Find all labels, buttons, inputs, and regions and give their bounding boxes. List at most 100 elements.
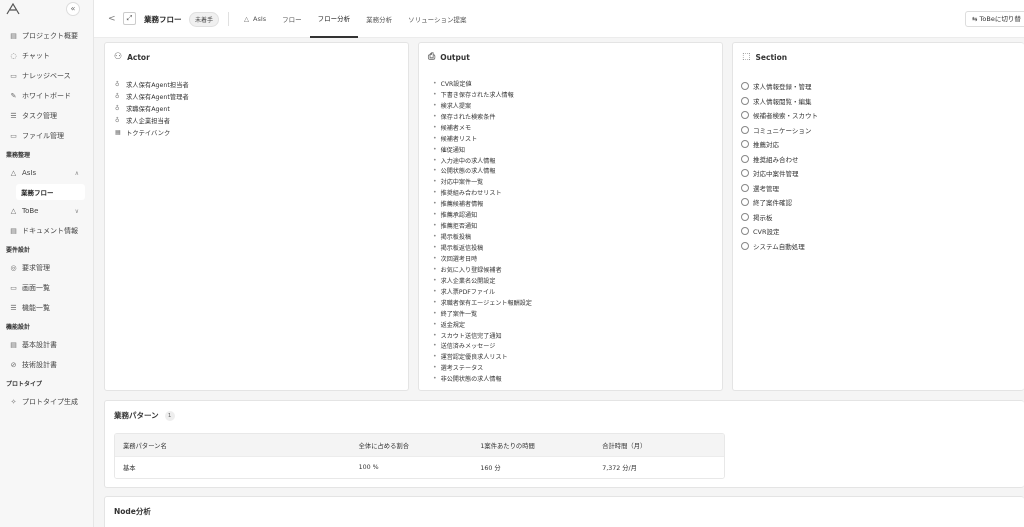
section-item: 求人情報登録・管理 xyxy=(741,79,1024,94)
sidebar-item-label: ToBe xyxy=(22,207,39,215)
output-item: • 次回選考日時 xyxy=(433,253,722,264)
tab-item[interactable]: フロー xyxy=(274,0,310,38)
sidebar-item-label: ドキュメント情報 xyxy=(22,227,78,235)
chevron-icon[interactable]: ∧ xyxy=(75,170,79,177)
sidebar-subitem[interactable]: 業務フロー xyxy=(16,184,85,200)
output-item: • 検求人提案 xyxy=(433,100,722,111)
bullet-icon: • xyxy=(433,298,437,306)
output-item: • 対応中案件一覧 xyxy=(433,176,722,187)
node-title: Node分析 xyxy=(114,507,151,516)
sidebar-item[interactable]: ⊘ 技術設計書 xyxy=(0,355,93,375)
table-row[interactable]: 基本 100 % 160 分 7,372 分/月 xyxy=(115,456,724,478)
section-label: システム自動処理 xyxy=(753,242,805,251)
actor-item: ♁ 求職保有Agent xyxy=(115,102,408,114)
sidebar-item-label: 画面一覧 xyxy=(22,284,50,292)
sidebar-item[interactable]: ▤ ドキュメント情報 xyxy=(0,221,93,241)
section-label: 掲示板 xyxy=(753,213,773,222)
tobe-icon: △ xyxy=(10,207,17,215)
sidebar-item-label: ホワイトボード xyxy=(22,92,71,100)
tab-item[interactable]: フロー分析 xyxy=(309,0,359,38)
status-badge: 未着手 xyxy=(189,12,220,27)
output-label: 入力途中の求人情報 xyxy=(440,157,496,165)
page-title: 業務フロー xyxy=(144,15,182,24)
output-item: • 入力途中の求人情報 xyxy=(433,155,722,166)
bullet-icon: • xyxy=(433,244,437,252)
node-panel: Node分析 xyxy=(104,496,1024,527)
bullet-icon: • xyxy=(433,123,437,131)
tobe-switch-button[interactable]: ⇆ ToBeに切り替 xyxy=(965,11,1024,27)
bullet-icon: • xyxy=(433,211,437,219)
sidebar-item[interactable]: ☰ タスク管理 xyxy=(0,106,93,126)
output-item: • 送信済みメッセージ xyxy=(433,341,722,352)
output-label: 公開状態の求人情報 xyxy=(440,168,496,176)
actor-icon: ⚇ xyxy=(114,52,123,62)
section-list: 求人情報登録・管理 求人情報閲覧・編集 候補者検索・スカウト コミュニケーション 推薦対… xyxy=(733,71,1024,253)
bullet-icon: • xyxy=(433,90,437,98)
sidebar-item[interactable]: ✎ ホワイトボード xyxy=(0,86,93,106)
sidebar-item[interactable]: ✧ プロトタイプ生成 xyxy=(0,392,93,412)
bullet-icon: • xyxy=(433,353,437,361)
list-icon: ☰ xyxy=(10,112,17,120)
output-item: • 公開状態の求人情報 xyxy=(433,166,722,177)
tab-item[interactable]: △ AsIs xyxy=(236,0,274,38)
chat-icon: ◌ xyxy=(10,52,17,60)
bullet-icon: • xyxy=(433,309,437,317)
actor-header: ⚇ Actor xyxy=(105,43,408,71)
table-cell: 160 分 xyxy=(480,465,501,472)
table-cell: 7,372 分/月 xyxy=(602,465,637,472)
section-item: 候補者検索・スカウト xyxy=(741,108,1024,123)
output-item: • 返金規定 xyxy=(433,319,722,330)
sidebar-item[interactable]: ▭ 画面一覧 xyxy=(0,278,93,298)
section-label: コミュニケーション xyxy=(753,126,812,135)
output-label: 返金規定 xyxy=(440,321,465,329)
sidebar-item-label: 要求管理 xyxy=(22,264,50,272)
sidebar-item[interactable]: △ ToBe ∨ xyxy=(0,201,93,221)
column-header: 全体に占める割合 xyxy=(358,442,409,450)
output-label: 非公開状態の求人情報 xyxy=(440,376,502,384)
output-label: 次回選考日時 xyxy=(440,255,478,263)
monitor-icon: ▭ xyxy=(10,284,17,292)
section-circle-icon xyxy=(741,82,749,91)
sidebar-item[interactable]: ◌ チャット xyxy=(0,46,93,66)
bullet-icon: • xyxy=(433,189,437,197)
sidebar-item-label: 基本設計書 xyxy=(22,341,57,349)
output-label: 求人票PDFファイル xyxy=(440,288,496,296)
sidebar-item[interactable]: △ AsIs ∧ xyxy=(0,163,93,183)
output-item: • 求人企業名公開設定 xyxy=(433,275,722,286)
column-header: 1案件あたりの時間 xyxy=(480,442,535,450)
section-item: 選考管理 xyxy=(741,181,1024,196)
actor-item: ♁ 求人保有Agent管理者 xyxy=(115,90,408,102)
chevron-icon[interactable]: ∨ xyxy=(75,208,79,215)
bullet-icon: • xyxy=(433,342,437,350)
sidebar-item[interactable]: ▭ ファイル管理 xyxy=(0,126,93,146)
actor-label: 求人保有Agent管理者 xyxy=(126,93,189,101)
sidebar-item[interactable]: ▤ 基本設計書 xyxy=(0,335,93,355)
tab-item[interactable]: ソリューション提案 xyxy=(400,0,474,38)
output-item: • CVR設定値 xyxy=(433,78,722,89)
output-label: 下書き保存された求人情報 xyxy=(440,91,514,99)
list-icon: ☰ xyxy=(10,304,17,312)
section-circle-icon xyxy=(741,169,749,178)
document-icon: ▤ xyxy=(10,341,17,349)
sidebar-item[interactable]: ◎ 要求管理 xyxy=(0,258,93,278)
back-icon[interactable]: < xyxy=(108,14,116,24)
section-circle-icon xyxy=(741,241,749,250)
bullet-icon: • xyxy=(433,375,437,383)
section-icon: ⬚ xyxy=(742,52,751,62)
section-circle-icon xyxy=(741,227,749,236)
output-label: 運営認定優良求人リスト xyxy=(440,354,508,362)
bullet-icon: • xyxy=(433,287,437,295)
sidebar-item[interactable]: ▤ プロジェクト概要 xyxy=(0,26,93,46)
output-label: 選考ステータス xyxy=(440,365,484,373)
tab-item[interactable]: 業務分析 xyxy=(358,0,400,38)
pattern-title: 業務パターン xyxy=(114,411,159,420)
user-icon: ♁ xyxy=(115,104,120,112)
sidebar-collapse-button[interactable]: « xyxy=(66,2,80,16)
sidebar-item[interactable]: ▭ ナレッジベース xyxy=(0,66,93,86)
asis-icon: △ xyxy=(244,15,249,23)
output-item: • 推薦拒否通知 xyxy=(433,220,722,231)
folder-icon: ▭ xyxy=(10,132,17,140)
sidebar-item[interactable]: ☰ 機能一覧 xyxy=(0,298,93,318)
app-logo-icon[interactable] xyxy=(6,3,20,15)
bullet-icon: • xyxy=(433,101,437,109)
